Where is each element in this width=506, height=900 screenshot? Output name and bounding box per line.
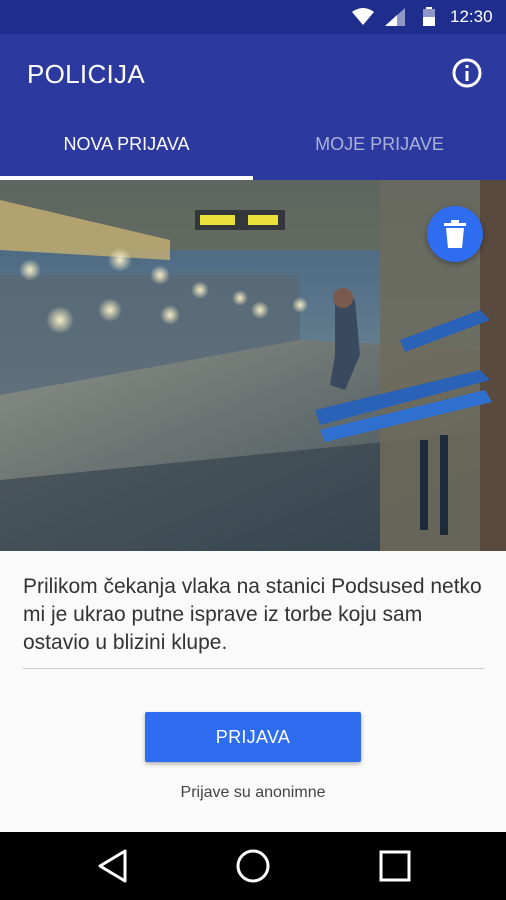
report-form: Prilikom čekanja vlaka na stanici Podsus… [0, 551, 506, 832]
recents-icon[interactable] [377, 848, 413, 884]
tab-nova-prijava[interactable]: NOVA PRIJAVA [0, 129, 253, 180]
home-icon[interactable] [235, 848, 271, 884]
submit-report-button[interactable]: PRIJAVA [145, 712, 361, 762]
trash-icon [444, 220, 466, 248]
delete-photo-button[interactable] [427, 206, 483, 262]
battery-icon [423, 7, 435, 26]
input-underline [23, 668, 484, 669]
tab-moje-prijave[interactable]: MOJE PRIJAVE [253, 129, 506, 180]
app-title: POLICIJA [27, 59, 145, 89]
back-icon[interactable] [95, 848, 131, 884]
anonymous-note: Prijave su anonimne [180, 784, 326, 801]
system-nav-bar [0, 832, 506, 900]
app-bar: POLICIJA NOVA PRIJAVA MOJE PRIJAVE [0, 34, 506, 180]
status-bar: 12:30 [0, 0, 506, 34]
report-description-text[interactable]: Prilikom čekanja vlaka na stanici Podsus… [23, 573, 485, 657]
wifi-icon [352, 8, 374, 25]
status-time: 12:30 [450, 7, 493, 26]
signal-icon [385, 8, 405, 26]
info-icon[interactable] [451, 57, 483, 89]
